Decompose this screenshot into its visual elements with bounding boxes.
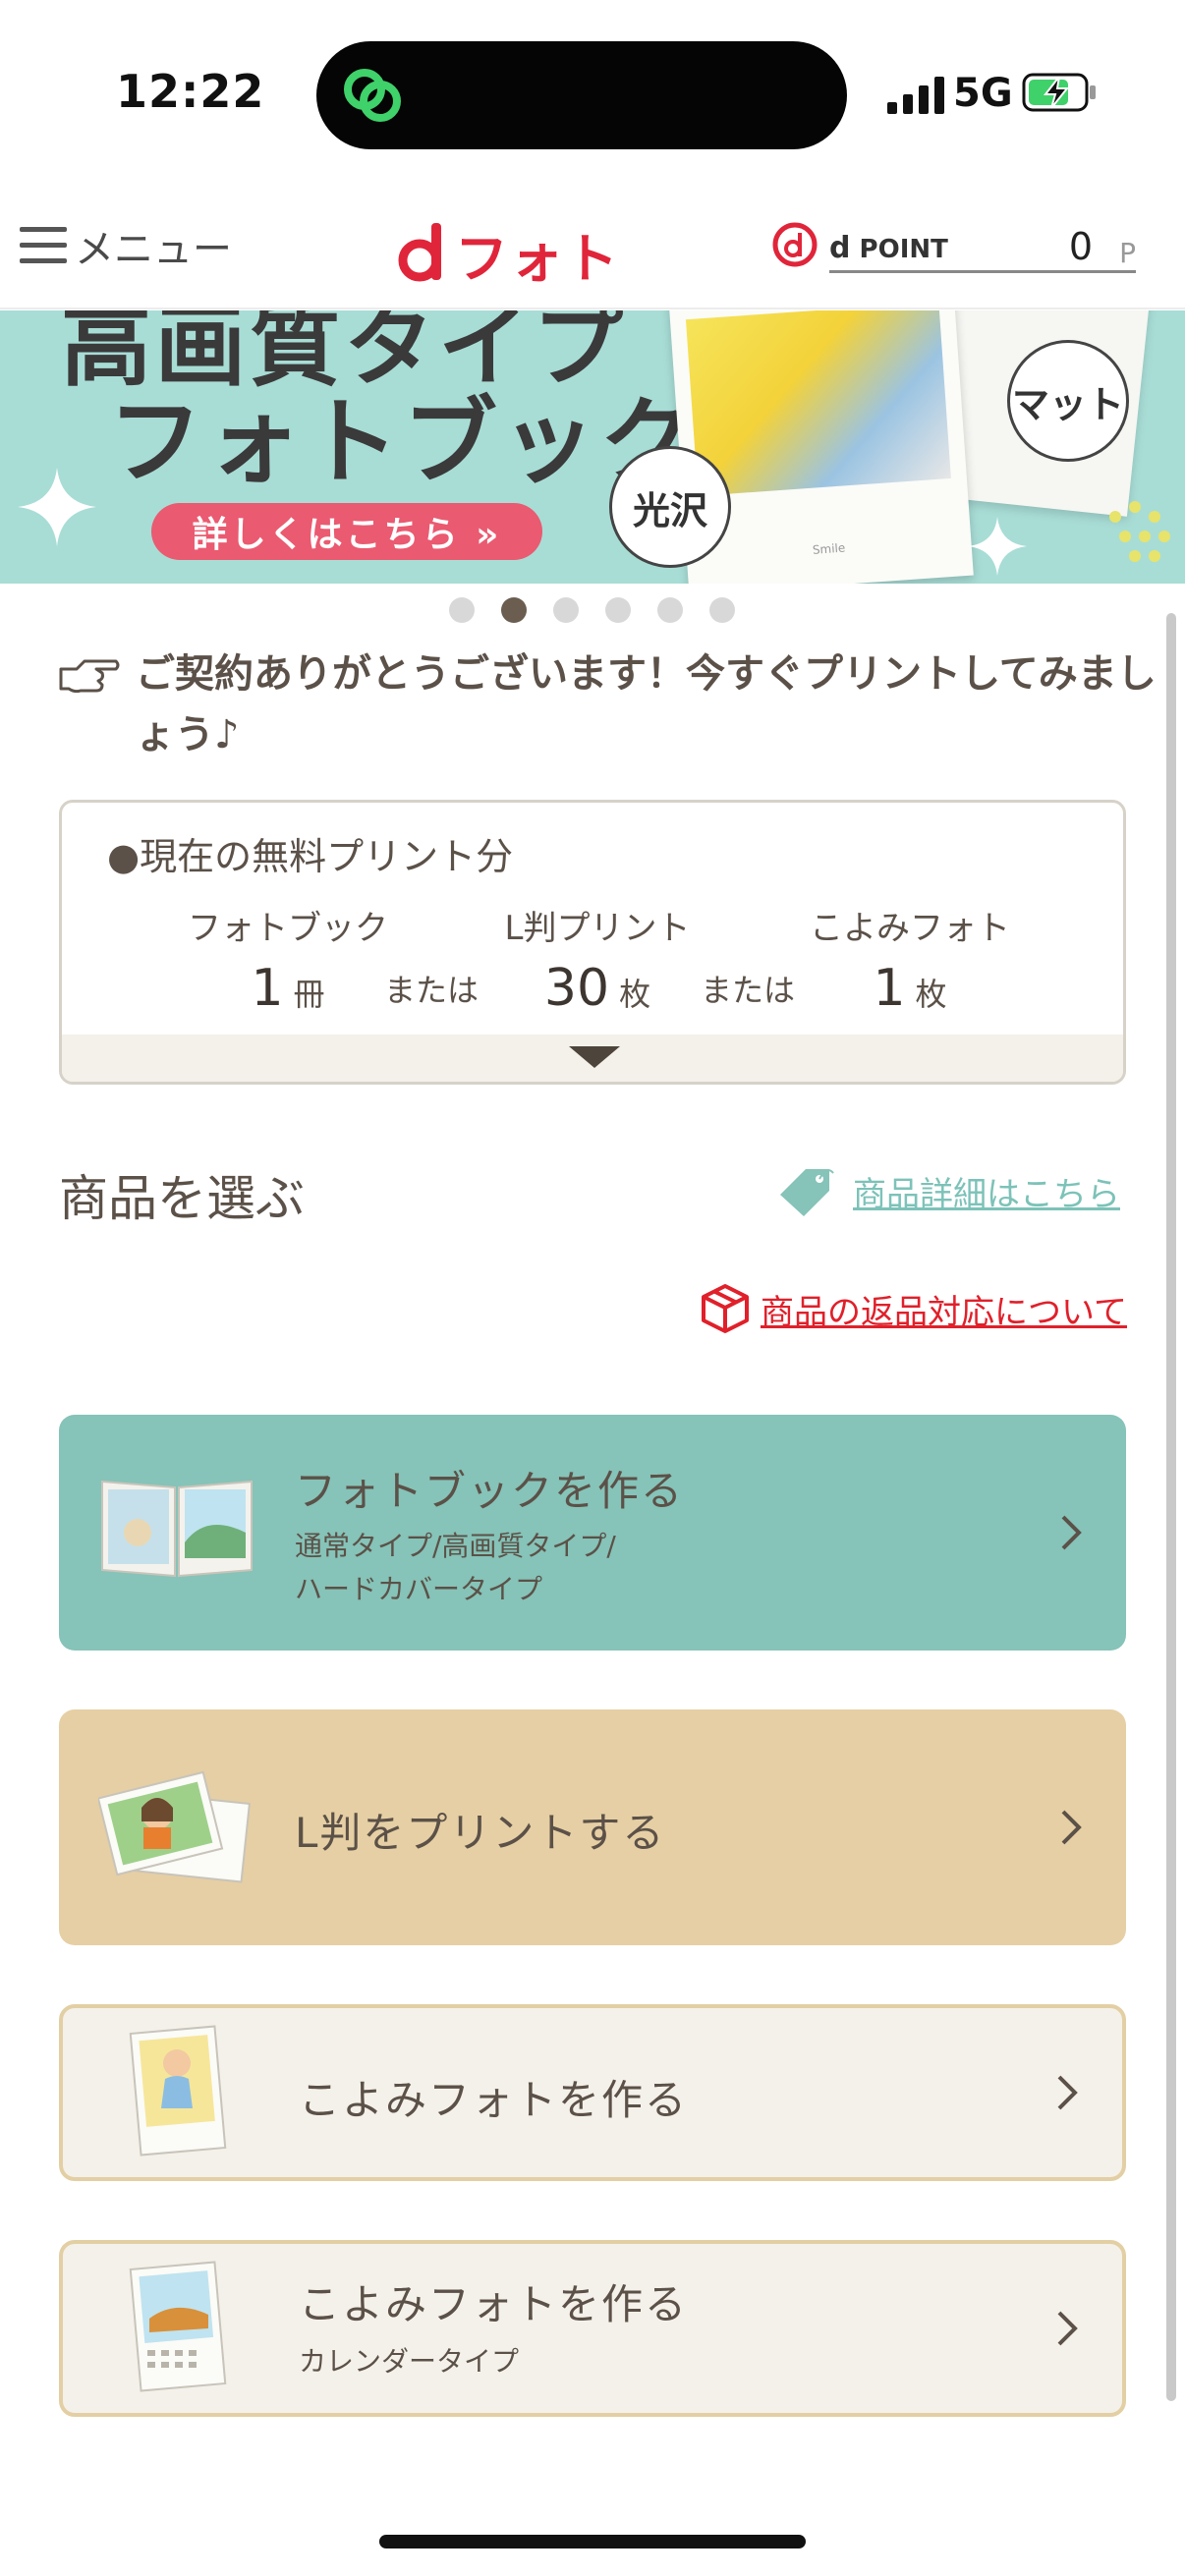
sparkle-icon <box>968 517 1027 576</box>
photo-caption: Smile <box>812 540 846 557</box>
photobook-card[interactable]: フォトブックを作る 通常タイプ/高画質タイプ/ ハードカバータイプ <box>59 1415 1126 1651</box>
carousel-dot[interactable] <box>709 597 735 623</box>
dpoint-icon <box>772 222 818 267</box>
calendar-photo-icon <box>129 2261 227 2392</box>
product-detail-text[interactable]: 商品詳細はこちら <box>853 1167 1120 1215</box>
link-icon <box>344 69 401 122</box>
free-item-count: 1 <box>873 959 906 1018</box>
carousel-dot[interactable] <box>605 597 631 623</box>
card-subtitle: カレンダータイプ <box>299 2345 520 2378</box>
matte-badge: マット <box>1007 340 1129 462</box>
chevron-right-icon <box>1061 1515 1082 1550</box>
product-detail-link[interactable]: 商品詳細はこちら <box>776 1165 1120 1216</box>
home-indicator[interactable] <box>379 2535 806 2548</box>
free-item-count: 1 <box>251 959 284 1018</box>
free-item-photobook: フォトブック 1冊 <box>170 901 406 1018</box>
koyomi-calendar-card[interactable]: こよみフォトを作る カレンダータイプ <box>59 2240 1126 2417</box>
return-policy-text[interactable]: 商品の返品対応について <box>761 1285 1127 1333</box>
chevron-right-icon <box>1061 1810 1082 1845</box>
lprint-card[interactable]: L判をプリントする <box>59 1709 1126 1945</box>
app-header: メニュー フォト d POINT 0 P <box>0 192 1185 309</box>
or-label: または <box>384 972 480 1009</box>
menu-label: メニュー <box>75 227 232 272</box>
dphoto-logo[interactable]: フォト <box>398 219 620 290</box>
battery-charging-icon <box>1022 73 1096 112</box>
carousel-dot[interactable] <box>449 597 475 623</box>
hamburger-icon <box>20 227 67 263</box>
chevron-right-icon <box>1057 2311 1078 2346</box>
card-subtitle: ハードカバータイプ <box>295 1573 543 1605</box>
status-bar: 12:22 5G <box>0 0 1185 192</box>
koyomi-card[interactable]: こよみフォトを作る <box>59 2004 1126 2181</box>
free-print-panel: ●現在の無料プリント分 フォトブック 1冊 または L判プリント 30 枚 または… <box>59 800 1126 1085</box>
tag-icon <box>780 1169 834 1216</box>
card-label: こよみフォトを作る <box>299 2280 689 2328</box>
divider <box>829 270 1136 273</box>
dpoint-value: 0 <box>1068 225 1093 268</box>
logo-text: フォト <box>455 227 620 290</box>
scrollbar[interactable] <box>1166 613 1176 2401</box>
dpoint-unit: P <box>1119 237 1136 269</box>
free-item-unit: 冊 <box>293 976 325 1013</box>
free-item-name: L判プリント <box>504 909 691 948</box>
banner-title-line2: フォトブック <box>108 387 698 497</box>
menu-button[interactable]: メニュー <box>20 221 232 272</box>
signal-icon <box>887 77 944 114</box>
gloss-badge: 光沢 <box>609 446 731 568</box>
expand-toggle[interactable] <box>62 1035 1123 1082</box>
caret-down-icon <box>569 1046 620 1068</box>
card-label: フォトブックを作る <box>295 1467 685 1515</box>
free-item-name: こよみフォト <box>810 909 1010 948</box>
free-item-unit: 枚 <box>619 976 651 1013</box>
free-item-koyomi: こよみフォト 1枚 <box>787 901 1033 1018</box>
card-label: こよみフォトを作る <box>299 2076 689 2124</box>
dynamic-island <box>316 41 847 149</box>
chevron-right-icon <box>1057 2075 1078 2110</box>
package-icon <box>702 1284 749 1333</box>
photo-print-icon <box>98 1770 251 1883</box>
photobook-icon <box>101 1480 253 1578</box>
carousel-indicator[interactable] <box>449 597 735 623</box>
carousel-dot[interactable] <box>657 597 683 623</box>
return-policy-link[interactable]: 商品の返品対応について <box>700 1283 1127 1334</box>
free-item-count: 30 <box>543 959 610 1018</box>
pointing-hand-icon <box>59 659 120 694</box>
dpoint-label: d POINT <box>829 231 948 265</box>
promo-banner[interactable]: 高画質タイプ フォトブック 詳しくはこちら » Smile 光沢 マット <box>0 310 1185 584</box>
free-item-name: フォトブック <box>188 909 388 948</box>
or-label: または <box>701 972 796 1009</box>
welcome-text: ご契約ありがとうございます！今すぐプリントしてみましょう♪ <box>136 651 1157 757</box>
card-label: L判をプリントする <box>295 1809 666 1857</box>
section-title: 商品を選ぶ <box>59 1170 305 1227</box>
status-time: 12:22 <box>116 65 265 118</box>
network-type: 5G <box>953 71 1013 116</box>
photo-image <box>685 310 951 496</box>
sparkle-icon <box>18 468 96 546</box>
dpoint-balance[interactable]: d POINT 0 P <box>772 221 1136 284</box>
dots-pattern-icon <box>1109 501 1170 562</box>
d-logo-icon <box>398 223 441 282</box>
free-print-title: ●現在の無料プリント分 <box>107 835 514 878</box>
free-item-unit: 枚 <box>915 976 947 1013</box>
free-item-lprint: L判プリント 30 枚 <box>475 901 720 1018</box>
carousel-dot-active[interactable] <box>501 597 527 623</box>
banner-cta-button[interactable]: 詳しくはこちら » <box>151 503 542 560</box>
card-subtitle: 通常タイプ/高画質タイプ/ <box>295 1530 616 1562</box>
carousel-dot[interactable] <box>553 597 579 623</box>
koyomi-photo-icon <box>129 2025 227 2156</box>
